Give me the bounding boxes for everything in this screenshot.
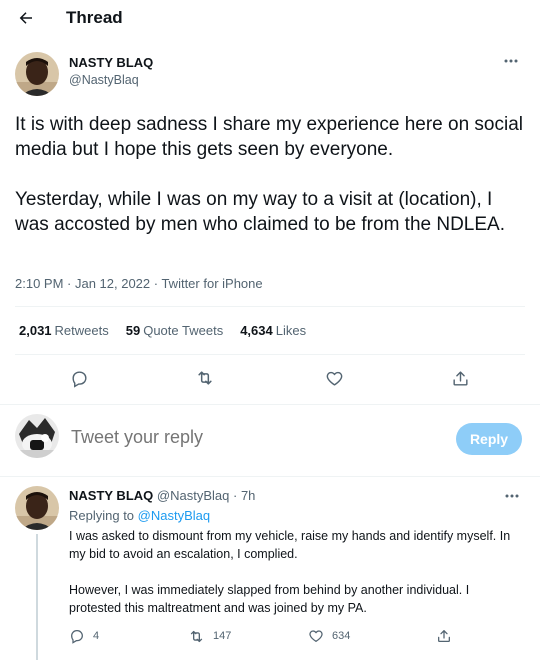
tweet-stats: 2,031 Retweets 59 Quote Tweets 4,634 Likes [19, 323, 306, 338]
retweet-button[interactable] [191, 364, 219, 392]
retweets-label: Retweets [54, 323, 109, 338]
heart-icon [326, 371, 342, 386]
reply-paragraph: I was asked to dismount from my vehicle,… [69, 529, 511, 561]
back-button[interactable] [12, 4, 40, 32]
user-avatar[interactable] [15, 414, 59, 458]
tweet-author: NASTY BLAQ @NastyBlaq [15, 52, 525, 98]
quotes-count: 59 [125, 323, 141, 338]
thread-connector-line [36, 534, 38, 660]
arrow-left-icon [19, 12, 32, 24]
like-count: 634 [332, 630, 351, 642]
likes-count: 4,634 [240, 323, 273, 338]
more-icon [505, 494, 519, 498]
reply-input[interactable] [71, 427, 371, 448]
tweet-paragraph: Yesterday, while I was on my way to a vi… [15, 189, 506, 235]
tweet-text: It is with deep sadness I share my exper… [15, 112, 525, 237]
divider [0, 404, 540, 405]
divider [15, 306, 525, 307]
share-icon [452, 370, 468, 386]
reply-text: I was asked to dismount from my vehicle,… [69, 527, 514, 617]
tweet-actions [0, 362, 540, 394]
divider [0, 476, 540, 477]
reply-share-button[interactable] [436, 624, 452, 648]
heart-icon [309, 630, 323, 642]
retweet-count: 147 [213, 630, 232, 642]
tweet-timestamp[interactable]: 2:10 PM · Jan 12, 2022 · Twitter for iPh… [15, 276, 263, 291]
author-avatar[interactable] [15, 52, 59, 96]
author-name[interactable]: NASTY BLAQ [69, 55, 153, 70]
tweet-paragraph: It is with deep sadness I share my exper… [15, 114, 523, 160]
retweets-count: 2,031 [19, 323, 52, 338]
more-options-button[interactable] [501, 54, 521, 68]
replying-prefix: Replying to [69, 508, 135, 523]
reply-icon [71, 370, 87, 388]
likes-stat[interactable]: 4,634 Likes [240, 323, 306, 338]
retweet-icon [198, 371, 212, 385]
likes-label: Likes [275, 323, 307, 338]
reply-button[interactable] [65, 364, 93, 392]
reply-count: 4 [93, 630, 100, 642]
like-button[interactable] [320, 364, 348, 392]
reply-reply-button[interactable]: 4 [69, 624, 99, 648]
replying-to-link[interactable]: @NastyBlaq [138, 508, 210, 523]
reply-paragraph: However, I was immediately slapped from … [69, 583, 470, 615]
reply-more-options-button[interactable] [502, 490, 522, 502]
separator-dot: · [232, 488, 238, 503]
reply-like-button[interactable]: 634 [308, 624, 350, 648]
reply-time[interactable]: 7h [241, 488, 255, 503]
reply-header: NASTY BLAQ @NastyBlaq · 7h [69, 488, 255, 503]
reply-retweet-button[interactable]: 147 [188, 624, 231, 648]
replying-to: Replying to @NastyBlaq [69, 508, 210, 523]
reply-author-handle[interactable]: @NastyBlaq [157, 488, 229, 503]
thread-header: Thread [0, 0, 540, 36]
reply-actions: 4 147 634 [69, 624, 469, 648]
share-icon [438, 630, 450, 642]
reply-author-name[interactable]: NASTY BLAQ [69, 488, 153, 503]
reply-composer: Reply [0, 408, 540, 468]
quote-tweets-stat[interactable]: 59 Quote Tweets [126, 323, 223, 338]
reply-submit-button[interactable]: Reply [456, 423, 522, 455]
retweets-stat[interactable]: 2,031 Retweets [19, 323, 109, 338]
quotes-label: Quote Tweets [143, 323, 224, 338]
page-title: Thread [66, 8, 123, 27]
divider [15, 354, 525, 355]
reply-author-avatar[interactable] [15, 486, 59, 530]
reply-tweet[interactable]: NASTY BLAQ @NastyBlaq · 7h Replying to @… [0, 480, 540, 660]
share-button[interactable] [446, 364, 474, 392]
more-icon [504, 59, 518, 63]
reply-icon [71, 630, 83, 644]
retweet-icon [190, 630, 203, 642]
author-handle[interactable]: @NastyBlaq [69, 73, 139, 87]
